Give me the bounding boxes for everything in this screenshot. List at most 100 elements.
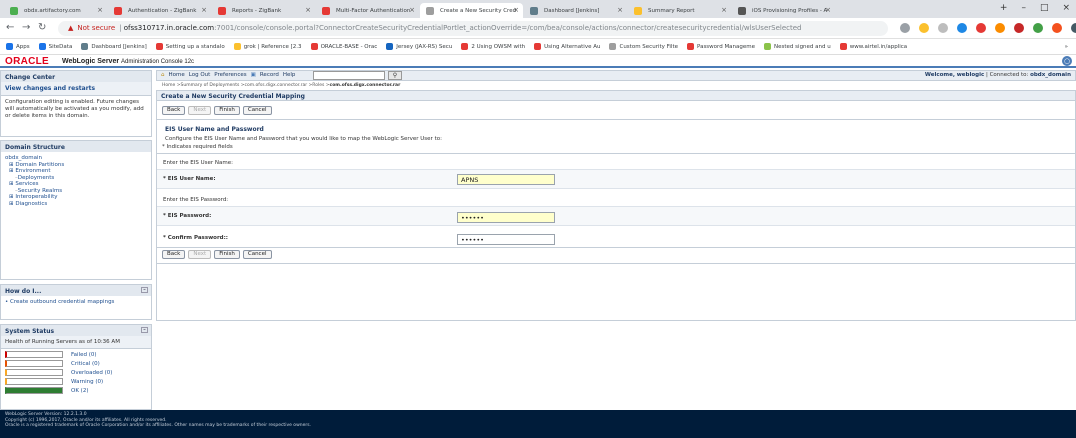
bookmark-label: Dashboard [Jenkins] — [91, 43, 147, 50]
change-center-panel: Change Center View changes and restarts … — [0, 70, 152, 137]
browser-tab[interactable]: Summary Report × — [628, 3, 731, 18]
browser-tab[interactable]: Authentication - ZigBank × — [108, 3, 211, 18]
bookmark-item[interactable]: Password Manageme — [687, 43, 755, 50]
back-button[interactable]: Back — [162, 106, 186, 115]
bookmark-item[interactable]: Jersey (JAX-RS) Secu — [386, 43, 452, 50]
tab-label: Summary Report — [648, 7, 695, 14]
bookmarks-bar: Apps SiteData Dashboard [Jenkins] Setting u… — [0, 39, 1076, 55]
bookmark-item[interactable]: Apps — [6, 43, 30, 50]
tab-close-icon[interactable]: × — [513, 6, 519, 14]
url-input[interactable]: ▲ Not secure | ofss310717.in.oracle.com:70… — [58, 21, 888, 36]
browser-tab[interactable]: Multi-Factor Authentication × — [316, 3, 419, 18]
home-link[interactable]: Home — [169, 72, 185, 78]
bookmark-item[interactable]: Using Alternative Au — [534, 43, 600, 50]
bookmark-item[interactable]: grok | Reference [2.3 — [233, 43, 302, 50]
url-path: :7001/console/console.portal?ConnectorCr… — [214, 24, 802, 32]
bookmark-item[interactable]: Nested signed and u — [764, 43, 831, 50]
browser-tab[interactable]: obdx.artifactory.com × — [4, 3, 107, 18]
bookmark-item[interactable]: Dashboard [Jenkins] — [81, 43, 147, 50]
extension-icon[interactable] — [995, 23, 1005, 33]
reload-icon[interactable]: ↻ — [38, 22, 46, 33]
tab-close-icon[interactable]: × — [721, 6, 727, 14]
browser-tab[interactable]: Dashboard [Jenkins] × — [524, 3, 627, 18]
tree-node-label: Deployments — [17, 174, 55, 181]
next-button[interactable]: Next — [188, 106, 212, 115]
back-arrow-icon[interactable]: ← — [6, 22, 14, 33]
cancel-button[interactable]: Cancel — [242, 250, 272, 259]
tab-close-icon[interactable]: × — [825, 6, 831, 14]
bookmark-item[interactable]: www.airtel.in/applica — [839, 43, 907, 50]
star-icon[interactable] — [919, 23, 929, 33]
console-search-input[interactable] — [313, 71, 385, 80]
extension-icon[interactable] — [957, 23, 967, 33]
tab-close-icon[interactable]: × — [97, 6, 103, 14]
health-bar — [5, 387, 63, 394]
cancel-button[interactable]: Cancel — [242, 106, 272, 115]
bookmark-item[interactable]: 2 Using OWSM with — [461, 43, 525, 50]
maximize-button[interactable]: □ — [1040, 3, 1049, 13]
close-window-button[interactable]: × — [1062, 3, 1070, 13]
health-label[interactable]: Critical (0) — [71, 361, 100, 367]
confirm-password-input[interactable] — [457, 234, 555, 245]
bookmark-item[interactable]: Setting up a standalo — [155, 43, 225, 50]
help-link[interactable]: Help — [283, 72, 296, 78]
key-icon[interactable] — [900, 23, 910, 33]
tab-label: Multi-Factor Authentication — [336, 7, 411, 14]
health-label[interactable]: OK (2) — [71, 388, 88, 394]
tab-close-icon[interactable]: × — [201, 6, 207, 14]
extension-icon[interactable] — [1033, 23, 1043, 33]
eis-password-input[interactable] — [457, 212, 555, 223]
back-button[interactable]: Back — [162, 250, 186, 259]
next-button[interactable]: Next — [188, 250, 212, 259]
extension-icon[interactable] — [938, 23, 948, 33]
eis-username-input[interactable] — [457, 174, 555, 185]
forward-arrow-icon[interactable]: → — [22, 22, 30, 33]
how-do-i-panel: How do I... – • Create outbound credentia… — [0, 284, 152, 320]
finish-button[interactable]: Finish — [214, 250, 240, 259]
health-label[interactable]: Warning (0) — [71, 379, 103, 385]
minimize-button[interactable]: – — [1021, 3, 1026, 13]
bookmark-item[interactable]: SiteData — [38, 43, 72, 50]
bookmark-label: Using Alternative Au — [544, 43, 601, 50]
search-button[interactable]: ⚲ — [388, 71, 402, 80]
tree-node[interactable]: ⊞ Diagnostics — [5, 201, 147, 208]
user-prompt: Enter the EIS User Name: — [163, 160, 233, 166]
bookmark-label: Custom Security Filte — [619, 43, 678, 50]
new-tab-button[interactable]: + — [1000, 3, 1008, 13]
domain-structure-title: Domain Structure — [1, 141, 151, 152]
health-row: OK (2) — [5, 387, 147, 394]
bookmark-label: grok | Reference [2.3 — [243, 43, 302, 50]
finish-button[interactable]: Finish — [214, 106, 240, 115]
health-label[interactable]: Failed (0) — [71, 352, 97, 358]
extension-icon[interactable] — [976, 23, 986, 33]
tab-favicon-icon — [322, 7, 330, 15]
tab-close-icon[interactable]: × — [617, 6, 623, 14]
extension-icon[interactable] — [1052, 23, 1062, 33]
browser-tab[interactable]: Create a New Security Cred × — [420, 3, 523, 18]
magnifier-icon: ⚲ — [392, 72, 398, 79]
record-link[interactable]: Record — [260, 72, 279, 78]
view-changes-link[interactable]: View changes and restarts — [1, 82, 151, 96]
divider — [157, 153, 1075, 154]
profile-icon[interactable] — [1071, 23, 1076, 33]
browser-tab[interactable]: Reports - ZigBank × — [212, 3, 315, 18]
left-column: Change Center View changes and restarts … — [0, 70, 152, 410]
browser-tab[interactable]: iOS Provisioning Profiles - A × — [732, 3, 835, 18]
collapse-toggle-icon[interactable]: – — [141, 287, 148, 293]
tab-close-icon[interactable]: × — [305, 6, 311, 14]
domain-structure-panel: Domain Structure obdx_domain ⊞ Domain Par… — [0, 140, 152, 280]
health-bar — [5, 378, 63, 385]
health-label[interactable]: Overloaded (0) — [71, 370, 112, 376]
bookmark-item[interactable]: ORACLE-BASE - Orac — [310, 43, 377, 50]
system-status-panel: System Status – Health of Running Servers… — [0, 324, 152, 410]
bookmark-item[interactable]: Custom Security Filte — [609, 43, 678, 50]
bookmark-favicon-icon — [310, 43, 318, 50]
logout-link[interactable]: Log Out — [189, 72, 211, 78]
preferences-link[interactable]: Preferences — [214, 72, 246, 78]
tab-favicon-icon — [634, 7, 642, 15]
bookmarks-more[interactable]: » — [1065, 44, 1068, 50]
tab-close-icon[interactable]: × — [409, 6, 415, 14]
collapse-toggle-icon[interactable]: – — [141, 327, 148, 333]
extension-icon[interactable] — [1014, 23, 1024, 33]
how-do-i-item[interactable]: • Create outbound credential mappings — [1, 296, 151, 308]
